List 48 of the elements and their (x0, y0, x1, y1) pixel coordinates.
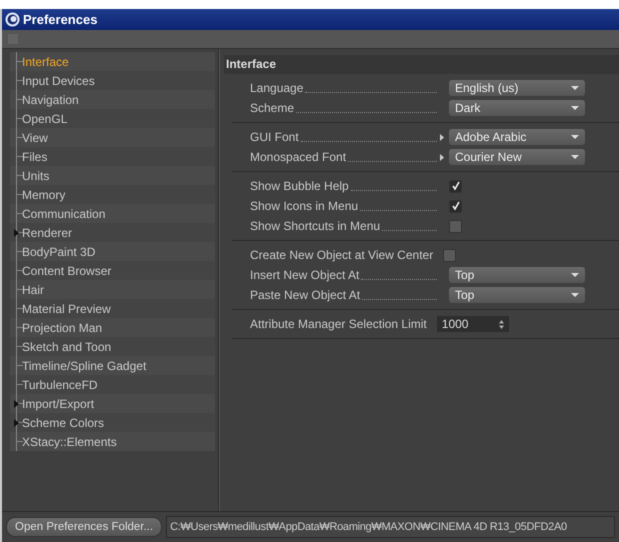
setting-label: Show Bubble Help (250, 179, 349, 193)
sidebar-item[interactable]: Units (22, 168, 50, 182)
dropdown-arrow-icon (571, 155, 579, 159)
dropdown-arrow-icon (571, 293, 579, 297)
setting-label: Attribute Manager Selection Limit (250, 317, 427, 331)
expand-arrow-icon[interactable] (14, 419, 19, 427)
number-field[interactable]: 1000 (436, 316, 509, 332)
setting-label: Insert New Object At (250, 268, 360, 282)
setting-label: Show Shortcuts in Menu (250, 219, 380, 233)
setting-label: GUI Font (250, 130, 299, 144)
grip-icon[interactable] (8, 34, 18, 44)
dropdown-arrow-icon (571, 106, 579, 110)
sidebar-item[interactable]: Hair (22, 282, 44, 296)
spinner-arrows-icon[interactable] (498, 320, 504, 328)
dropdown[interactable]: Top (449, 267, 585, 283)
dropdown[interactable]: Dark (449, 100, 585, 116)
dropdown[interactable]: Adobe Arabic (449, 129, 585, 145)
section-header: Interface (224, 55, 619, 74)
setting-label: Show Icons in Menu (250, 199, 358, 213)
checkbox[interactable] (449, 220, 462, 232)
path-field: C:₩Users₩medillust₩AppData₩Roaming₩MAXON₩CINEMA 4D R13_05DFD2A0 (166, 516, 615, 538)
dropdown[interactable]: Courier New (449, 149, 585, 165)
checkbox[interactable] (449, 180, 462, 192)
submenu-arrow-icon[interactable] (440, 134, 444, 140)
expand-arrow-icon[interactable] (14, 400, 19, 408)
setting-label: Monospaced Font (250, 150, 346, 164)
sidebar-item[interactable]: View (22, 130, 48, 144)
checkbox[interactable] (443, 248, 456, 262)
setting-label: Scheme (250, 101, 294, 115)
dropdown-arrow-icon (571, 86, 579, 90)
sidebar-item[interactable]: Renderer (22, 226, 72, 240)
expand-arrow-icon[interactable] (14, 229, 19, 237)
app-logo-icon (5, 12, 20, 27)
dropdown-arrow-icon (571, 273, 579, 277)
sidebar-item[interactable]: Interface (22, 54, 69, 68)
dropdown[interactable]: Top (449, 287, 585, 303)
setting-label: Create New Object at View Center (250, 248, 434, 262)
open-folder-button[interactable]: Open Preferences Folder... (6, 517, 162, 537)
setting-label: Paste New Object At (250, 288, 360, 302)
submenu-arrow-icon[interactable] (440, 154, 444, 160)
setting-label: Language (250, 81, 304, 95)
sidebar-item[interactable]: Files (22, 150, 48, 164)
dropdown[interactable]: English (us) (449, 80, 585, 96)
checkbox[interactable] (449, 200, 462, 212)
dropdown-arrow-icon (571, 135, 579, 139)
sidebar-item[interactable]: Memory (22, 188, 66, 202)
sidebar-item[interactable]: OpenGL (22, 112, 68, 126)
window-title: Preferences (23, 12, 98, 27)
